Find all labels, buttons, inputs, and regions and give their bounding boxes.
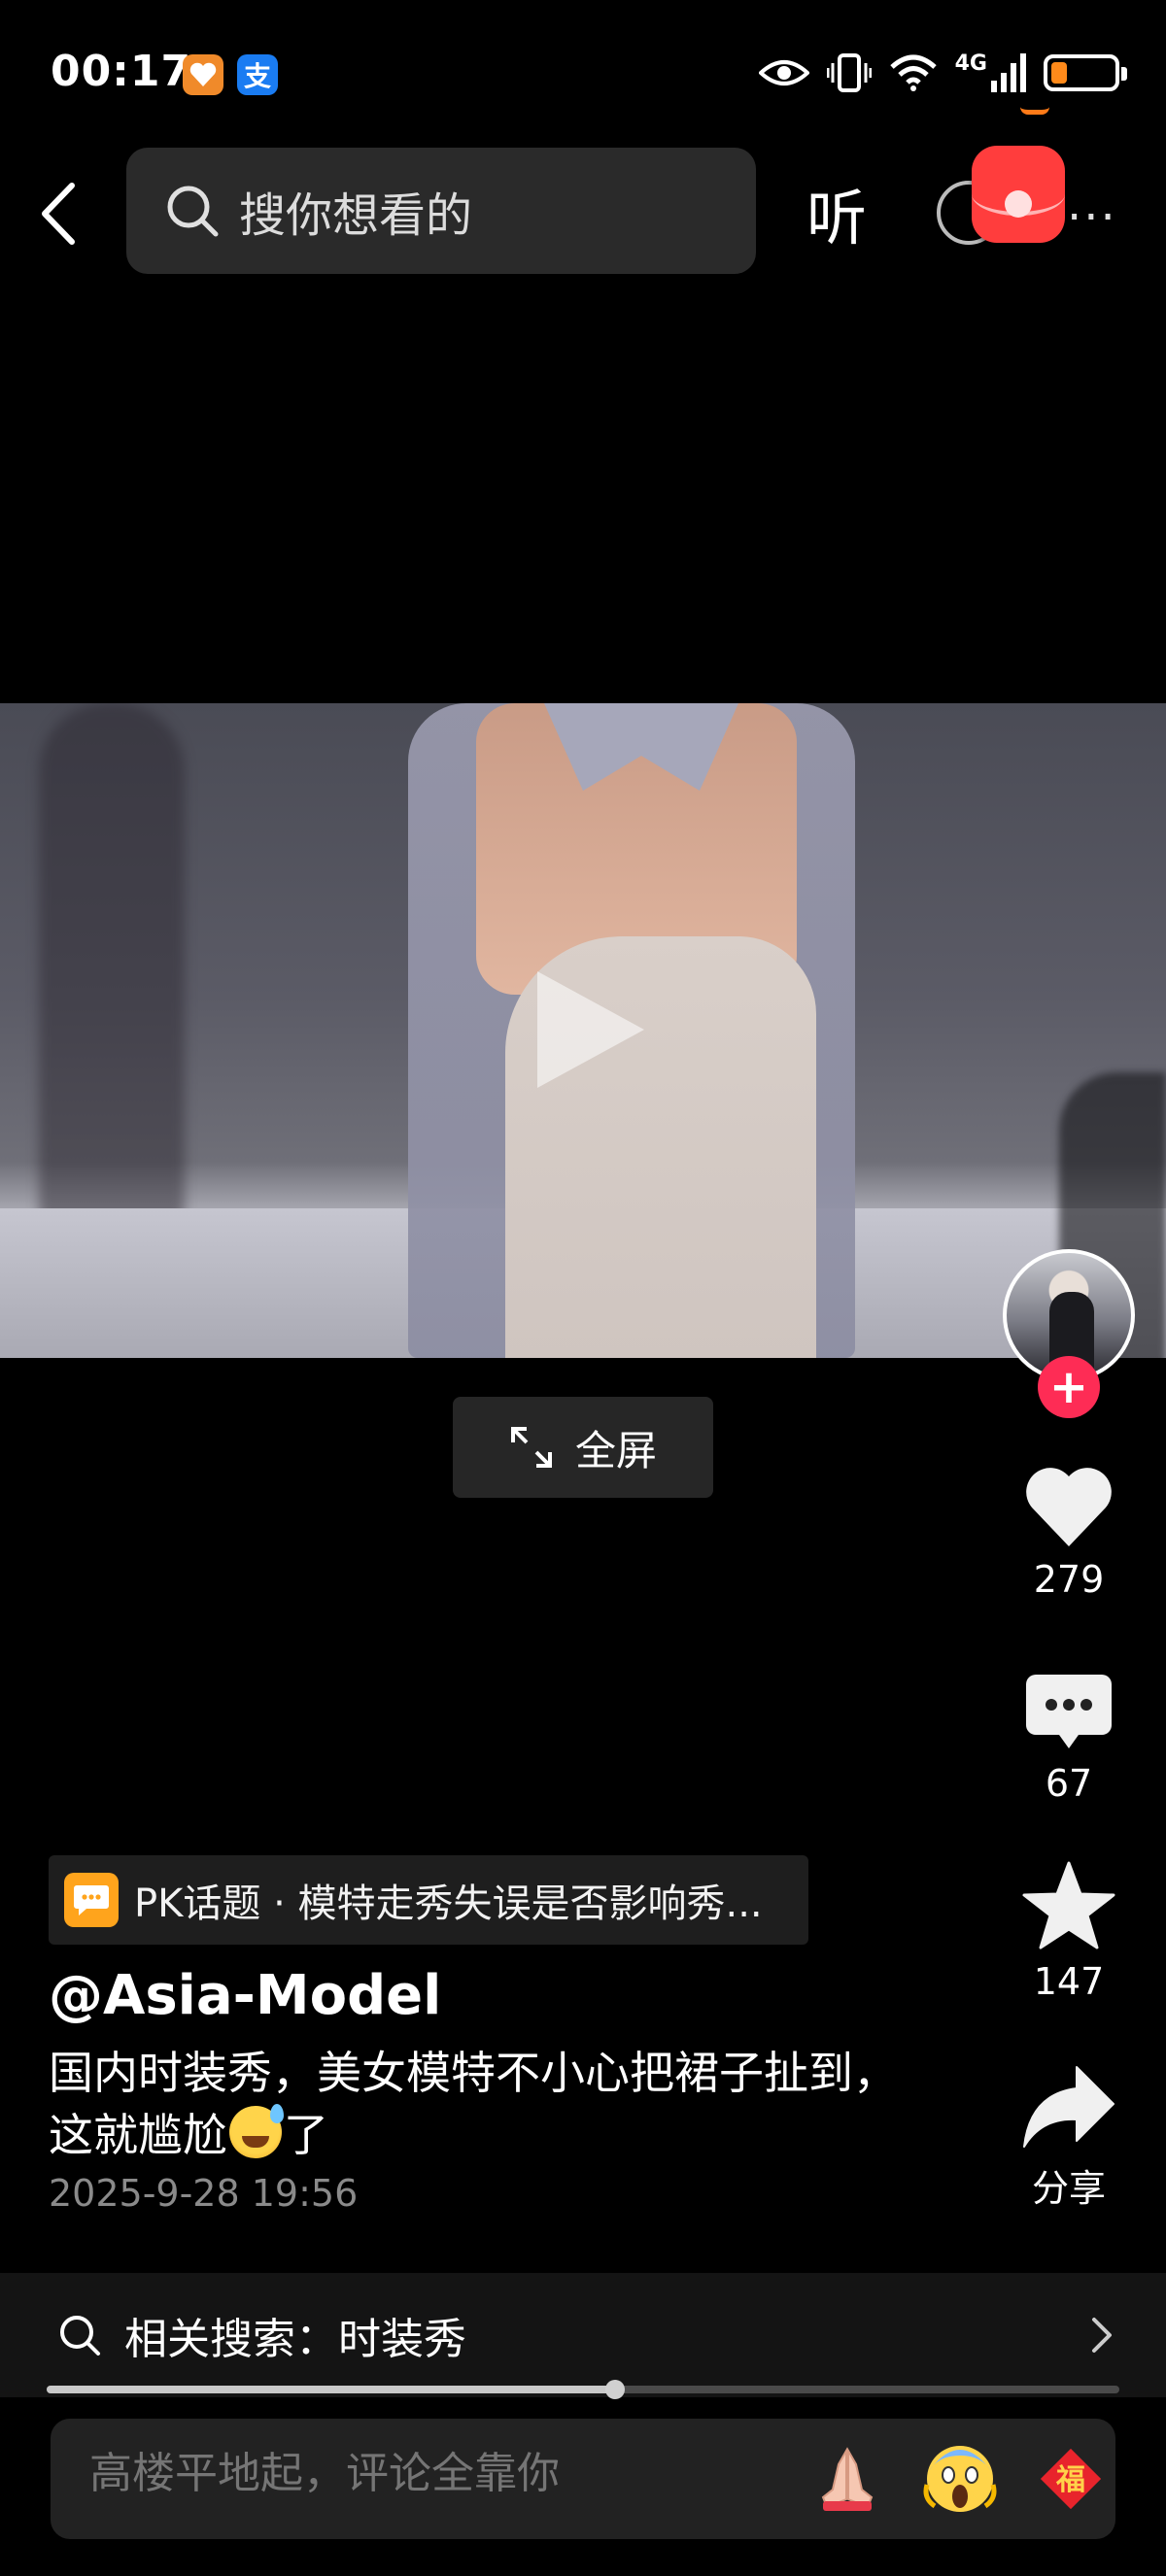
battery-icon <box>1044 54 1127 91</box>
battery-level <box>1051 62 1067 84</box>
expand-icon <box>510 1427 552 1468</box>
star-icon <box>1022 1861 1115 1949</box>
status-indicators: 4G <box>758 49 1127 97</box>
related-search-bar[interactable]: 相关搜索：时装秀 <box>0 2273 1166 2397</box>
video-caption: 国内时装秀，美女模特不小心把裙子扯到， 这就尴尬 了 <box>49 2042 962 2166</box>
search-icon <box>60 2316 100 2356</box>
listen-button[interactable]: 听 <box>806 169 867 256</box>
comments-count: 67 <box>1045 1762 1093 1805</box>
fullscreen-button[interactable]: 全屏 <box>453 1397 713 1498</box>
caption-line-1: 国内时装秀，美女模特不小心把裙子扯到， <box>49 2047 898 2099</box>
favorite-button[interactable]: 147 <box>1011 1861 1127 2003</box>
vibrate-icon <box>826 53 872 92</box>
share-label: 分享 <box>1031 2167 1106 2210</box>
comment-input[interactable] <box>89 2450 770 2498</box>
red-envelope-icon[interactable] <box>972 146 1065 243</box>
pray-emoji-icon[interactable] <box>808 2440 886 2518</box>
chevron-left-icon <box>42 183 75 245</box>
comment-icon <box>1026 1675 1112 1748</box>
search-placeholder: 搜你想看的 <box>239 188 473 243</box>
likes-count: 279 <box>1033 1558 1105 1601</box>
caption-text-after-emoji: 了 <box>284 2109 328 2161</box>
chevron-right-icon <box>1092 2318 1112 2353</box>
related-search-label: 相关搜索：时装秀 <box>124 2315 466 2364</box>
status-time: 00:17 <box>51 47 192 96</box>
comment-button[interactable]: 67 <box>1011 1671 1127 1805</box>
fullscreen-label: 全屏 <box>574 1426 657 1474</box>
fu-glyph: 福 <box>1055 2463 1085 2497</box>
share-button[interactable]: 分享 <box>1011 2065 1127 2212</box>
progress-fill <box>47 2386 616 2393</box>
pk-topic-chip[interactable]: PK话题 · 模特走秀失误是否影响秀... <box>49 1855 808 1945</box>
heart-icon <box>1026 1468 1112 1546</box>
back-button[interactable] <box>29 175 87 253</box>
progress-knob[interactable] <box>605 2380 626 2399</box>
follow-button[interactable]: + <box>1038 1356 1100 1418</box>
caption-line-2: 这就尴尬 了 <box>49 2104 962 2166</box>
heart-app-icon <box>183 54 223 95</box>
eye-icon <box>758 60 809 85</box>
background-figure <box>39 703 185 1228</box>
notification-dash <box>1020 107 1049 115</box>
network-label: 4G <box>954 51 987 76</box>
share-arrow-icon <box>1023 2066 1115 2148</box>
video-progress-bar[interactable] <box>47 2380 1119 2399</box>
favorites-count: 147 <box>1033 1960 1105 2003</box>
author-name[interactable]: @Asia-Model <box>49 1964 441 2027</box>
more-options-button[interactable]: ··· <box>1067 190 1117 245</box>
caption-text-before-emoji: 这就尴尬 <box>49 2109 227 2161</box>
sweat-smile-emoji-icon <box>229 2104 284 2158</box>
alipay-icon: 支 <box>237 54 278 95</box>
topic-text: PK话题 · 模特走秀失误是否影响秀... <box>134 1881 763 1926</box>
search-icon <box>167 186 219 237</box>
search-box[interactable]: 搜你想看的 <box>126 148 756 274</box>
comment-bar[interactable]: 福 <box>51 2419 1115 2539</box>
video-player[interactable] <box>0 703 1166 1358</box>
fu-emoji-icon[interactable]: 福 <box>1032 2440 1110 2518</box>
post-date: 2025-9-28 19:56 <box>49 2172 359 2215</box>
topic-chat-icon <box>64 1873 119 1927</box>
wifi-icon <box>889 54 937 91</box>
play-icon[interactable] <box>537 971 644 1088</box>
like-button[interactable]: 279 <box>1011 1467 1127 1601</box>
signal-icon <box>991 53 1026 92</box>
red-envelope-seal <box>1005 190 1032 218</box>
scream-emoji-icon[interactable] <box>921 2440 999 2518</box>
status-bar: 00:17 支 4G <box>0 0 1166 136</box>
